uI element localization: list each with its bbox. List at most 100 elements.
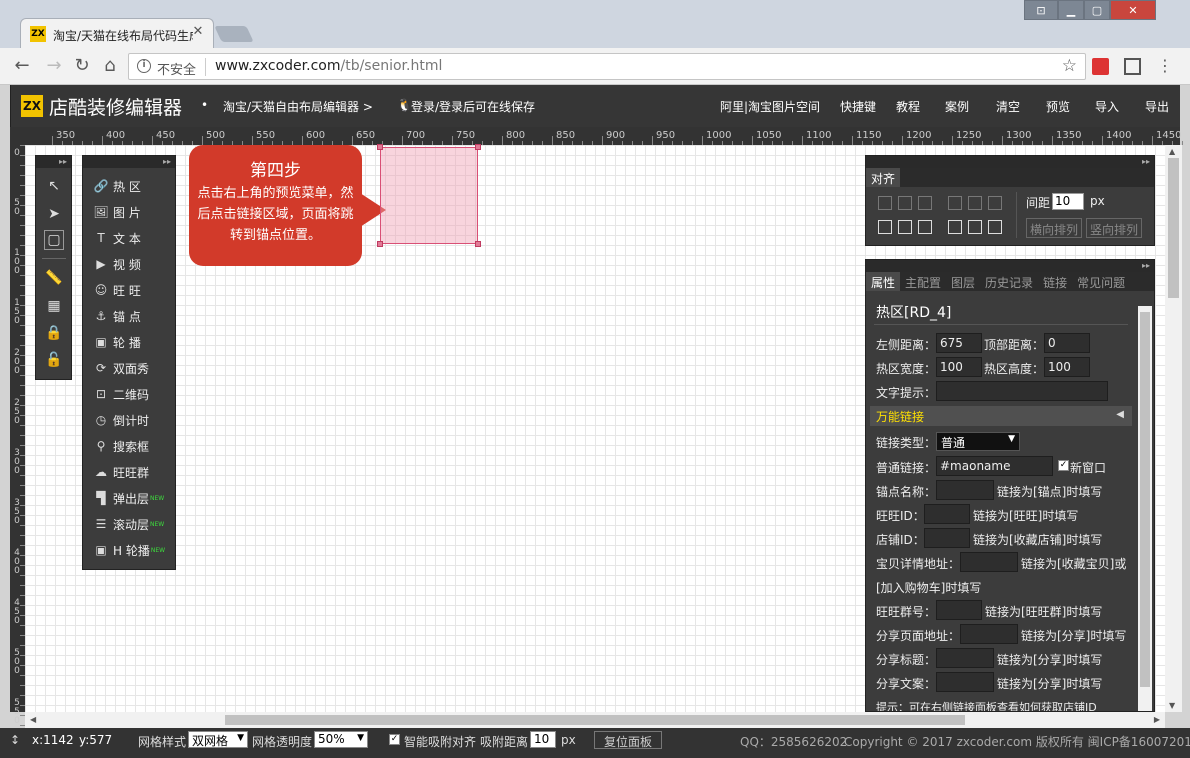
collapse-icon[interactable]: ▸▸ [866,260,1154,272]
align-left-icon[interactable] [878,220,892,234]
bookmark-star-icon[interactable]: ☆ [1062,56,1077,76]
rect-tool-icon[interactable]: ▢ [44,230,64,250]
align-hcenter-icon[interactable] [898,220,912,234]
tab-links[interactable]: 链接 [1038,272,1072,291]
top-input[interactable]: 0 [1044,333,1090,353]
menu-import[interactable]: 导入 [1095,98,1119,115]
group-input[interactable] [936,600,982,620]
link-type-select[interactable]: 普通 ▼ [936,432,1020,451]
vertical-scroll-thumb[interactable] [1168,158,1179,298]
widget-item[interactable]: ▣ H 轮播 NEW [93,539,165,561]
tooltip-input[interactable] [936,381,1108,401]
widget-item[interactable]: ☁ 旺旺群 [93,461,149,483]
widget-item[interactable]: ▶ 视 频 [93,253,140,275]
cast-icon[interactable] [1124,58,1141,75]
grid-style-select[interactable]: 双网格 ▼ [188,731,248,748]
align-vcenter-icon[interactable] [968,196,982,210]
align-bottom-icon[interactable] [988,196,1002,210]
grid-opacity-select[interactable]: 50% ▼ [314,731,368,748]
canvas-vertical-scrollbar[interactable]: ▲ ▼ [1165,145,1182,712]
scroll-down-icon[interactable]: ▼ [1169,701,1175,710]
widget-item[interactable]: ▣ 轮 播 [93,331,141,353]
horizontal-arrange-button[interactable]: 横向排列 [1026,218,1083,238]
tab-properties[interactable]: 属性 [866,272,901,291]
widget-item[interactable]: 🔗 热 区 [93,175,141,197]
browser-tab[interactable]: ZX 淘宝/天猫在线布局代码生成 ✕ [20,18,214,48]
align-vcenter-icon[interactable] [968,220,982,234]
snap-checkbox[interactable]: ✓ [389,734,400,745]
menu-tutorial[interactable]: 教程 [896,98,920,115]
resize-handle[interactable] [377,241,383,247]
breadcrumb[interactable]: 淘宝/天猫自由布局编辑器 > [223,98,373,115]
resize-handle[interactable] [475,144,481,150]
widget-item[interactable]: ⚲ 搜索框 [93,435,149,457]
info-icon[interactable]: i [137,59,151,73]
url-input[interactable]: i 不安全 www.zxcoder.com/tb/senior.html ☆ [128,53,1086,80]
hotzone-element[interactable] [377,144,481,247]
link-section-header[interactable]: 万能链接 ◀ [870,406,1132,426]
align-top-icon[interactable] [948,220,962,234]
extension-icon[interactable] [1092,58,1109,75]
tab-align[interactable]: 对齐 [866,168,901,187]
home-icon[interactable]: ⌂ [100,56,120,76]
lock-icon[interactable]: 🔒 [44,323,64,343]
user-icon[interactable]: ⊡ [1024,0,1058,20]
widget-item[interactable]: ▜ 弹出层 NEW [93,487,164,509]
snap-distance-input[interactable]: 10 [530,731,556,748]
tab-history[interactable]: 历史记录 [980,272,1038,291]
select-arrow-icon[interactable]: ↖ [44,176,64,196]
menu-preview[interactable]: 预览 [1046,98,1070,115]
scroll-right-icon[interactable]: ▶ [1154,715,1160,724]
menu-cases[interactable]: 案例 [945,98,969,115]
widget-item[interactable]: ⟳ 双面秀 [93,357,149,379]
close-icon[interactable]: ✕ [191,25,205,39]
collapse-icon[interactable]: ▸▸ [36,156,71,168]
tab-faq[interactable]: 常见问题 [1072,272,1130,291]
width-input[interactable]: 100 [936,357,982,377]
forward-arrow-icon[interactable]: → [44,56,64,76]
height-input[interactable]: 100 [1044,357,1090,377]
shop-input[interactable] [924,528,970,548]
share-url-input[interactable] [960,624,1018,644]
widget-item[interactable]: 🖼 图 片 [93,201,140,223]
left-input[interactable]: 675 [936,333,982,353]
ww-input[interactable] [924,504,970,524]
canvas-horizontal-scrollbar[interactable]: ◀ ▶ [25,712,1165,728]
direct-select-icon[interactable]: ➤ [44,204,64,224]
normal-link-input[interactable]: #maoname [936,456,1053,476]
menu-dots-icon[interactable]: ⋮ [1155,56,1175,76]
grid-icon[interactable]: ▦ [44,296,64,316]
widget-item[interactable]: ⊡ 二维码 [93,383,149,405]
minimize-icon[interactable]: ▁ [1058,0,1084,20]
align-hcenter-icon[interactable] [898,196,912,210]
share-text-input[interactable] [936,672,994,692]
horizontal-scroll-thumb[interactable] [225,715,965,725]
properties-scrollbar[interactable] [1138,306,1152,711]
new-tab-button[interactable] [214,26,254,42]
align-bottom-icon[interactable] [988,220,1002,234]
align-right-icon[interactable] [918,220,932,234]
tab-layers[interactable]: 图层 [946,272,980,291]
reload-icon[interactable]: ↻ [72,56,92,76]
scroll-up-icon[interactable]: ▲ [1169,147,1175,156]
collapse-icon[interactable]: ▸▸ [83,156,175,168]
share-title-input[interactable] [936,648,994,668]
window-close-icon[interactable]: ✕ [1110,0,1156,20]
resize-handle[interactable] [377,144,383,150]
back-arrow-icon[interactable]: ← [12,56,32,76]
scroll-left-icon[interactable]: ◀ [30,715,36,724]
anchor-input[interactable] [936,480,994,500]
widget-item[interactable]: ◷ 倒计时 [93,409,149,431]
spacing-input[interactable]: 10 [1052,193,1084,210]
menu-image-space[interactable]: 阿里|淘宝图片空间 [720,98,820,115]
menu-export[interactable]: 导出 [1145,98,1169,115]
menu-shortcuts[interactable]: 快捷键 [840,98,876,115]
widget-item[interactable]: ☺ 旺 旺 [93,279,141,301]
align-top-icon[interactable] [948,196,962,210]
widget-item[interactable]: T文 本 [93,227,141,249]
widget-item[interactable]: ☰ 滚动层 NEW [93,513,165,535]
menu-clear[interactable]: 清空 [996,98,1020,115]
maximize-icon[interactable]: ▢ [1084,0,1110,20]
collapse-icon[interactable]: ▸▸ [866,156,1154,168]
align-left-icon[interactable] [878,196,892,210]
